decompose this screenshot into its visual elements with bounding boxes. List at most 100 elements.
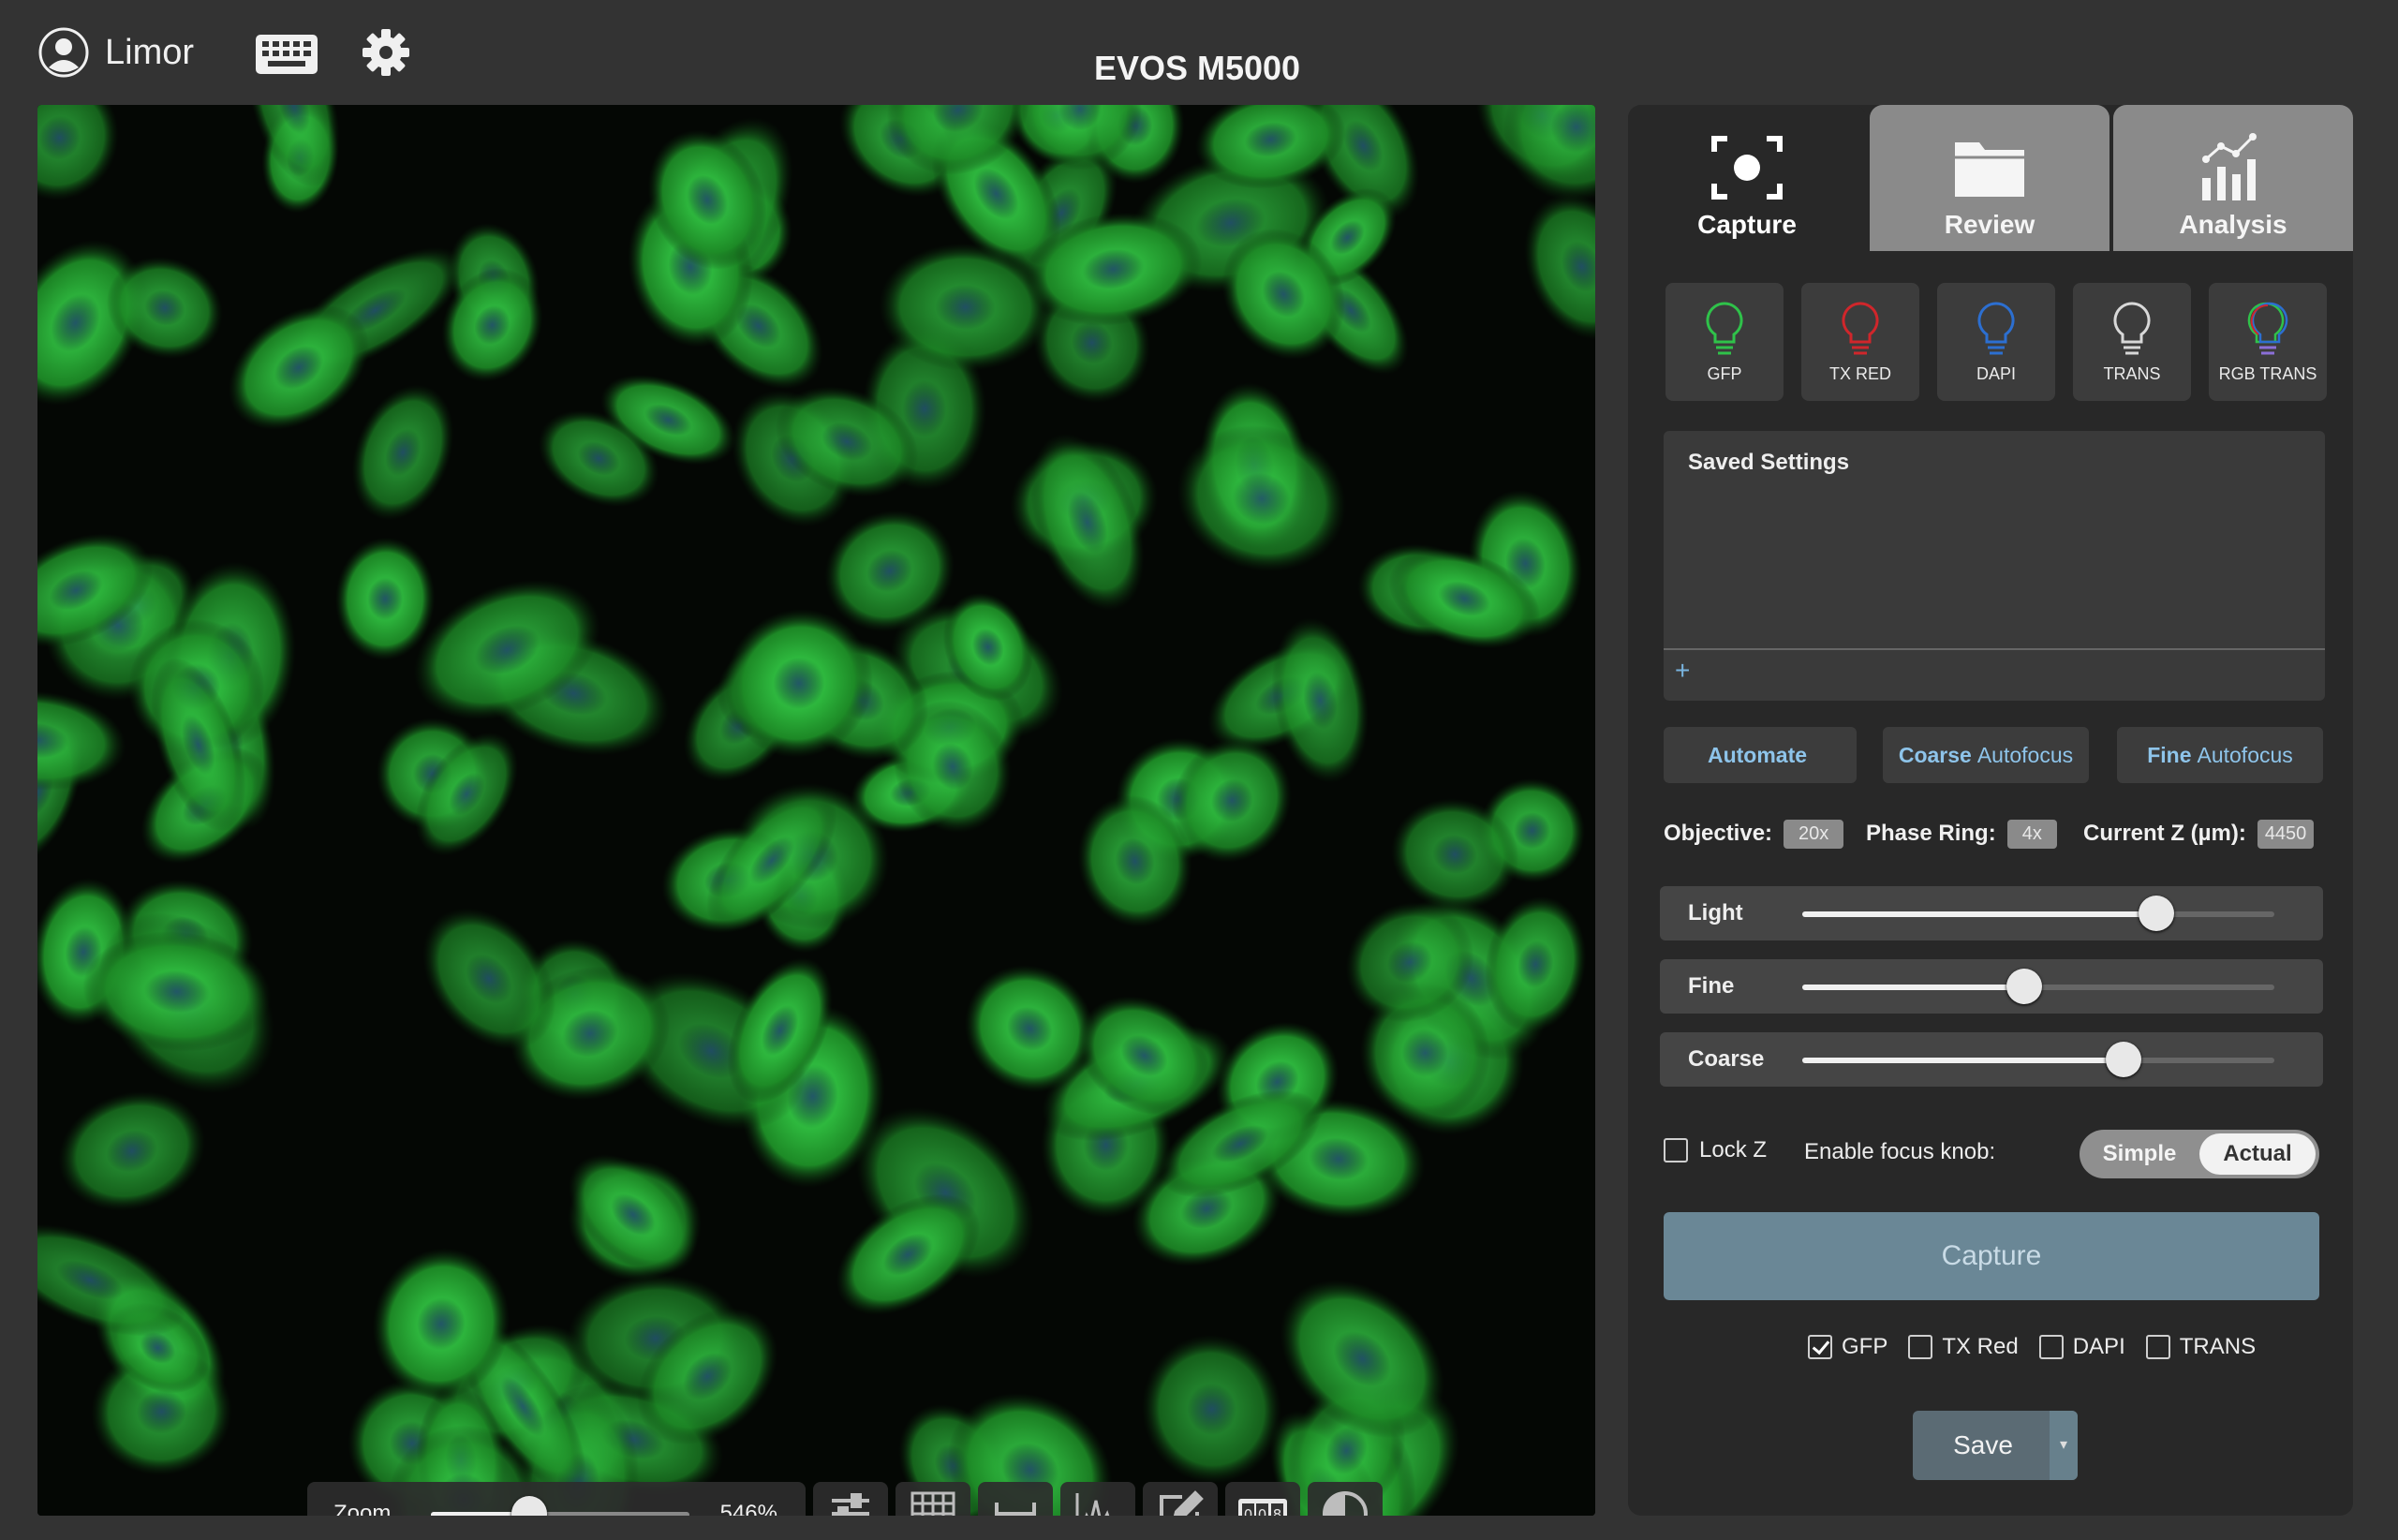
viewer-toolbar: Zoom 546% 0 0 8 — [307, 1482, 1383, 1516]
toggle-actual-option[interactable]: Actual — [2199, 1133, 2316, 1175]
capture-txred-label: TX Red — [1942, 1334, 2019, 1359]
counter-icon: 0 0 8 — [1238, 1499, 1287, 1516]
coarse-slider[interactable]: Coarse — [1660, 1032, 2323, 1087]
channel-trans-label: TRANS — [2103, 363, 2161, 383]
channel-gfp-button[interactable]: GFP — [1665, 283, 1784, 401]
capture-button[interactable]: Capture — [1664, 1212, 2319, 1300]
focus-knob-label: Enable focus knob: — [1804, 1139, 1996, 1164]
tab-analysis[interactable]: Analysis — [2113, 105, 2353, 251]
dapi-bulb-icon — [1977, 301, 2015, 354]
contrast-button[interactable] — [1308, 1482, 1383, 1516]
light-label: Light — [1688, 900, 1743, 925]
cell-image — [37, 105, 1595, 1516]
adjust-button[interactable] — [813, 1482, 888, 1516]
autofocus-label: Autofocus — [1976, 742, 2074, 767]
lock-z-checkbox[interactable]: Lock Z — [1664, 1137, 1767, 1163]
fine-fill — [1802, 985, 2024, 990]
channel-dapi-button[interactable]: DAPI — [1937, 283, 2055, 401]
focus-knob-toggle[interactable]: Simple Actual — [2080, 1130, 2319, 1178]
chart-icon — [2202, 133, 2257, 200]
folder-icon — [1955, 142, 2024, 197]
autofocus-label: Autofocus — [2197, 742, 2293, 767]
channel-txred-label: TX RED — [1828, 363, 1891, 383]
channel-gfp-label: GFP — [1707, 363, 1742, 383]
fine-autofocus-button[interactable]: Fine Autofocus — [2117, 727, 2323, 783]
lock-z-box[interactable] — [1664, 1138, 1688, 1162]
capture-dapi-checkbox[interactable]: DAPI — [2038, 1334, 2125, 1360]
save-button[interactable]: Save ▾ — [1913, 1411, 2078, 1480]
zoom-control: Zoom 546% — [307, 1482, 806, 1516]
capture-dapi-box[interactable] — [2038, 1335, 2064, 1359]
measure-button[interactable] — [978, 1482, 1053, 1516]
camera-focus-icon — [1711, 136, 1783, 200]
current-z-value[interactable]: 4450 — [2257, 819, 2315, 849]
phase-ring-value[interactable]: 4x — [2006, 819, 2057, 849]
channel-rgbtrans-label: RGB TRANS — [2218, 363, 2317, 383]
coarse-autofocus-button[interactable]: Coarse Autofocus — [1883, 727, 2089, 783]
saved-settings-title: Saved Settings — [1688, 450, 1850, 475]
channel-rgbtrans-button[interactable]: RGB TRANS — [2209, 283, 2327, 401]
coarse-label: Coarse — [1898, 742, 1972, 767]
trans-bulb-icon — [2113, 301, 2151, 354]
tab-analysis-label: Analysis — [2179, 210, 2287, 239]
capture-trans-box[interactable] — [2145, 1335, 2170, 1359]
capture-txred-box[interactable] — [1908, 1335, 1933, 1359]
phase-ring-field: Phase Ring: 4x — [1866, 817, 2057, 851]
phase-ring-label: Phase Ring: — [1866, 821, 1996, 846]
objective-value[interactable]: 20x — [1784, 819, 1844, 849]
annotate-button[interactable] — [1143, 1482, 1218, 1516]
svg-text:0: 0 — [1244, 1506, 1253, 1516]
light-slider[interactable]: Light — [1660, 886, 2323, 940]
fine-slider[interactable]: Fine — [1660, 959, 2323, 1014]
histogram-button[interactable] — [1060, 1482, 1135, 1516]
microscope-image-viewer[interactable]: Zoom 546% 0 0 8 — [37, 105, 1595, 1516]
ruler-icon — [995, 1503, 1036, 1516]
tab-capture[interactable]: Capture — [1628, 105, 1866, 251]
coarse-label: Coarse — [1688, 1046, 1765, 1072]
channel-trans-button[interactable]: TRANS — [2073, 283, 2191, 401]
saved-settings-divider — [1664, 648, 2325, 650]
coarse-fill — [1802, 1058, 2124, 1063]
saved-settings-panel: Saved Settings + — [1664, 431, 2325, 701]
toggle-simple-option[interactable]: Simple — [2080, 1130, 2199, 1178]
light-fill — [1802, 911, 2156, 917]
capture-channel-checkboxes: GFP TX Red DAPI TRANS — [1808, 1334, 2276, 1360]
gfp-bulb-icon — [1706, 301, 1743, 354]
svg-text:0: 0 — [1258, 1506, 1267, 1516]
histogram-icon — [1075, 1493, 1110, 1516]
capture-trans-checkbox[interactable]: TRANS — [2145, 1334, 2257, 1360]
grid-button[interactable] — [896, 1482, 970, 1516]
zoom-slider-thumb[interactable] — [511, 1496, 547, 1516]
tab-review-label: Review — [1944, 210, 2035, 239]
coarse-thumb[interactable] — [2105, 1042, 2141, 1077]
zoom-label: Zoom — [333, 1501, 392, 1516]
app-title: EVOS M5000 — [1093, 49, 1301, 87]
add-setting-button[interactable]: + — [1675, 656, 1690, 686]
automate-label: Automate — [1707, 742, 1808, 767]
capture-txred-checkbox[interactable]: TX Red — [1908, 1334, 2019, 1360]
current-z-label: Current Z (µm): — [2083, 821, 2246, 846]
channel-txred-button[interactable]: TX RED — [1801, 283, 1919, 401]
light-thumb[interactable] — [2139, 896, 2174, 931]
tab-capture-label: Capture — [1697, 210, 1797, 239]
txred-bulb-icon — [1842, 301, 1879, 354]
current-z-field: Current Z (µm): 4450 — [2083, 817, 2315, 851]
rgb-bulb-icon — [2247, 302, 2288, 354]
lock-z-label: Lock Z — [1699, 1137, 1768, 1162]
grid-icon — [910, 1491, 955, 1516]
zoom-value: 546% — [719, 1501, 777, 1516]
automate-button[interactable]: Automate — [1664, 727, 1857, 783]
tab-review[interactable]: Review — [1870, 105, 2109, 251]
counter-button[interactable]: 0 0 8 — [1225, 1482, 1300, 1516]
capture-dapi-label: DAPI — [2072, 1334, 2125, 1359]
svg-text:8: 8 — [1273, 1506, 1282, 1516]
channel-dapi-label: DAPI — [1976, 363, 2016, 383]
capture-gfp-checkbox[interactable]: GFP — [1808, 1334, 1887, 1360]
objective-field: Objective: 20x — [1664, 817, 1844, 851]
capture-trans-label: TRANS — [2179, 1334, 2257, 1359]
fine-thumb[interactable] — [2006, 969, 2042, 1004]
objective-label: Objective: — [1664, 821, 1773, 846]
fine-label: Fine — [1688, 973, 1735, 999]
save-dropdown-button[interactable]: ▾ — [2050, 1411, 2078, 1480]
capture-gfp-box[interactable] — [1808, 1335, 1832, 1359]
